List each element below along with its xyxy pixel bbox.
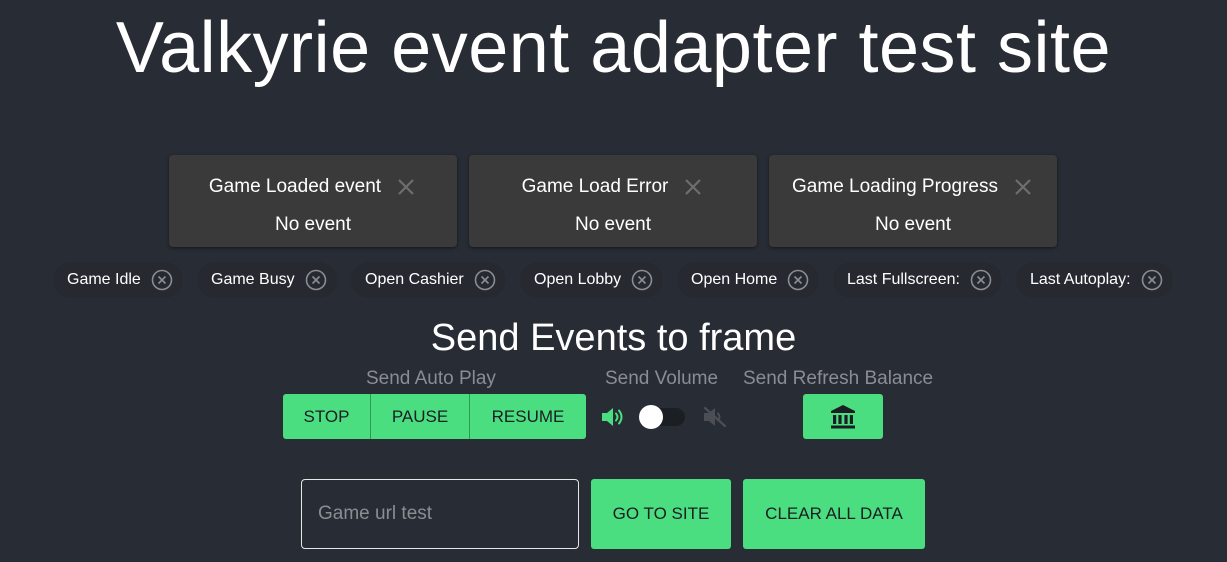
chip-game-busy: Game Busy [197,262,337,298]
chip-label: Game Busy [211,271,295,288]
chip-open-cashier: Open Cashier [351,262,506,298]
chip-open-lobby: Open Lobby [520,262,664,298]
event-card-game-loaded: Game Loaded event No event [169,155,457,247]
card-value: No event [874,214,952,235]
circle-x-icon[interactable] [474,269,496,291]
card-title: Game Loaded event [208,176,382,197]
circle-x-icon[interactable] [151,269,173,291]
section-title: Send Events to frame [430,317,797,359]
circle-x-icon[interactable] [305,269,327,291]
volume-up-icon[interactable] [600,406,626,428]
chip-label: Open Home [691,271,778,288]
chip-last-autoplay: Last Autoplay: [1016,262,1173,298]
chip-label: Last Autoplay: [1030,271,1131,288]
resume-button[interactable]: RESUME [470,394,586,439]
card-title: Game Loading Progress [792,176,998,197]
volume-toggle[interactable] [639,405,685,429]
pause-button[interactable]: PAUSE [371,394,470,439]
go-to-site-button[interactable]: GO TO SITE [591,479,731,549]
circle-x-icon[interactable] [631,269,653,291]
circle-x-icon[interactable] [787,269,809,291]
page-title: Valkyrie event adapter test site [115,8,1112,88]
stop-button[interactable]: STOP [283,394,371,439]
auto-play-label: Send Auto Play [366,368,496,389]
event-card-game-load-error: Game Load Error No event [469,155,757,247]
circle-x-icon[interactable] [970,269,992,291]
volume-mute-icon[interactable] [702,406,728,428]
page: Valkyrie event adapter test site Game Lo… [0,0,1227,562]
refresh-balance-label: Send Refresh Balance [743,368,934,389]
circle-x-icon[interactable] [1141,269,1163,291]
toggle-knob [639,405,663,429]
card-value: No event [274,214,352,235]
close-icon[interactable] [395,176,417,198]
game-url-input[interactable] [301,479,579,549]
card-value: No event [574,214,652,235]
close-icon[interactable] [1012,176,1034,198]
chip-label: Last Fullscreen: [847,271,960,288]
chip-last-fullscreen: Last Fullscreen: [833,262,1002,298]
clear-all-data-button[interactable]: CLEAR ALL DATA [743,479,925,549]
auto-play-button-group: STOP PAUSE RESUME [283,394,586,439]
bank-icon [831,404,855,428]
chip-label: Game Idle [67,271,141,288]
chip-label: Open Cashier [365,271,464,288]
chip-label: Open Lobby [534,271,622,288]
chip-open-home: Open Home [677,262,820,298]
refresh-balance-button[interactable] [803,394,883,439]
card-title: Game Load Error [521,176,669,197]
event-card-game-loading-progress: Game Loading Progress No event [769,155,1057,247]
volume-label: Send Volume [605,368,719,389]
chip-game-idle: Game Idle [53,262,183,298]
close-icon[interactable] [682,176,704,198]
